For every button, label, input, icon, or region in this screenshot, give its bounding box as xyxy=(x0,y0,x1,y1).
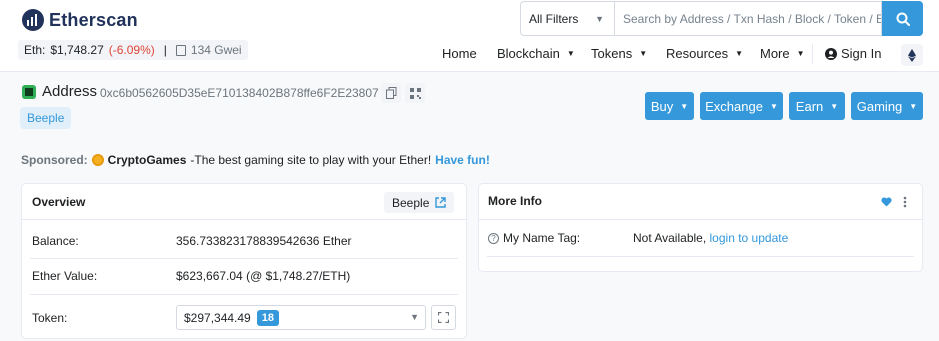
name-tag-value: Not Available, xyxy=(633,231,707,245)
chevron-down-icon: ▼ xyxy=(680,101,689,111)
header: Etherscan Eth: $1,748.27 (-6.09%) | 134 … xyxy=(0,0,939,72)
kebab-menu-icon[interactable] xyxy=(903,196,907,208)
name-tag-value-row: Not Available, login to update xyxy=(633,231,922,245)
more-info-title: More Info xyxy=(488,194,542,208)
sponsor-name[interactable]: CryptoGames xyxy=(108,153,187,167)
qr-code-icon xyxy=(409,87,421,99)
eth-price-label: Eth: xyxy=(24,43,46,57)
overview-title: Overview xyxy=(32,195,86,209)
expand-tokens-button[interactable] xyxy=(431,305,456,330)
chevron-down-icon: ▼ xyxy=(796,49,805,58)
nav-home[interactable]: Home xyxy=(442,46,477,61)
login-to-update-link[interactable]: login to update xyxy=(710,231,789,245)
nav-more[interactable]: More ▼ xyxy=(760,46,805,61)
more-info-card: More Info ? My Name Tag: Not Available, … xyxy=(478,183,923,272)
eth-price[interactable]: $1,748.27 xyxy=(50,43,103,57)
gas-price[interactable]: 134 Gwei xyxy=(191,43,242,57)
overview-card: Overview Beeple Balance: 356.73382317883… xyxy=(21,183,467,339)
chevron-down-icon: ▼ xyxy=(830,101,839,111)
expand-icon xyxy=(438,312,449,323)
brand-name: Etherscan xyxy=(49,9,138,30)
address-hash[interactable]: 0xc6b0562605D35eE710138402B878ffe6F2E238… xyxy=(100,86,379,100)
crypto-games-icon xyxy=(91,154,104,166)
heart-icon[interactable] xyxy=(881,197,892,207)
nav-resources[interactable]: Resources ▼ xyxy=(666,46,743,61)
overview-tag-badge[interactable]: Beeple xyxy=(384,192,455,213)
balance-value: 356.733823178839542636 Ether xyxy=(176,234,352,248)
buy-button[interactable]: Buy ▼ xyxy=(645,92,694,120)
chevron-down-icon: ▼ xyxy=(566,49,575,58)
chevron-down-icon: ▼ xyxy=(909,101,918,111)
row-divider xyxy=(30,258,458,259)
search-input[interactable] xyxy=(614,1,882,36)
token-holdings-dropdown[interactable]: $297,344.49 18 ▼ xyxy=(176,305,426,330)
chevron-down-icon: ▼ xyxy=(595,14,604,24)
ethereum-icon xyxy=(908,48,916,62)
row-divider xyxy=(30,294,458,295)
gas-pump-icon xyxy=(175,44,186,56)
copy-address-button[interactable] xyxy=(381,83,401,103)
overview-card-header: Overview Beeple xyxy=(22,184,466,220)
balance-label: Balance: xyxy=(32,234,79,248)
sponsor-cta-link[interactable]: Have fun! xyxy=(435,153,490,167)
token-count-badge: 18 xyxy=(256,309,279,326)
sponsor-text: -The best gaming site to play with your … xyxy=(190,153,432,167)
address-heading: Address xyxy=(42,83,98,100)
search-button[interactable] xyxy=(882,1,923,36)
external-link-icon xyxy=(435,197,447,208)
ether-value: $623,667.04 (@ $1,748.27/ETH) xyxy=(176,269,351,283)
nav-divider xyxy=(812,44,813,64)
etherscan-logo-icon xyxy=(22,9,44,31)
earn-button[interactable]: Earn ▼ xyxy=(789,92,845,120)
chevron-down-icon: ▼ xyxy=(769,101,778,111)
search-filter-select[interactable]: All Filters ▼ xyxy=(520,1,614,36)
chevron-down-icon: ▼ xyxy=(735,49,744,58)
chevron-down-icon: ▼ xyxy=(639,49,648,58)
sponsored-banner: Sponsored: CryptoGames -The best gaming … xyxy=(21,153,490,167)
more-info-card-header: More Info xyxy=(479,184,922,220)
eth-price-change: (-6.09%) xyxy=(108,43,155,57)
chevron-down-icon: ▼ xyxy=(410,312,419,322)
token-value: $297,344.49 xyxy=(184,310,251,325)
sign-in-label: Sign In xyxy=(841,46,882,61)
nav-tokens[interactable]: Tokens ▼ xyxy=(591,46,647,61)
sign-in-link[interactable]: Sign In xyxy=(825,46,881,61)
copy-icon xyxy=(385,87,396,99)
address-tag-badge[interactable]: Beeple xyxy=(20,107,72,129)
nav-blockchain[interactable]: Blockchain ▼ xyxy=(497,46,575,61)
qr-code-button[interactable] xyxy=(405,83,425,103)
row-divider xyxy=(487,256,914,257)
gaming-button[interactable]: Gaming ▼ xyxy=(851,92,923,120)
ether-value-label: Ether Value: xyxy=(32,269,98,283)
question-circle-icon: ? xyxy=(488,232,499,244)
exchange-button[interactable]: Exchange ▼ xyxy=(700,92,783,120)
sponsored-label: Sponsored: xyxy=(21,153,88,167)
user-circle-icon xyxy=(825,47,837,60)
price-separator: | xyxy=(163,43,167,57)
ethereum-network-button[interactable] xyxy=(901,44,923,66)
token-label: Token: xyxy=(32,311,68,325)
search-icon xyxy=(896,12,910,26)
search-filter-value: All Filters xyxy=(529,11,579,26)
name-tag-label: My Name Tag: xyxy=(503,231,581,245)
address-identicon xyxy=(22,85,36,99)
logo[interactable]: Etherscan xyxy=(22,9,138,31)
eth-price-bar: Eth: $1,748.27 (-6.09%) | 134 Gwei xyxy=(18,40,248,60)
